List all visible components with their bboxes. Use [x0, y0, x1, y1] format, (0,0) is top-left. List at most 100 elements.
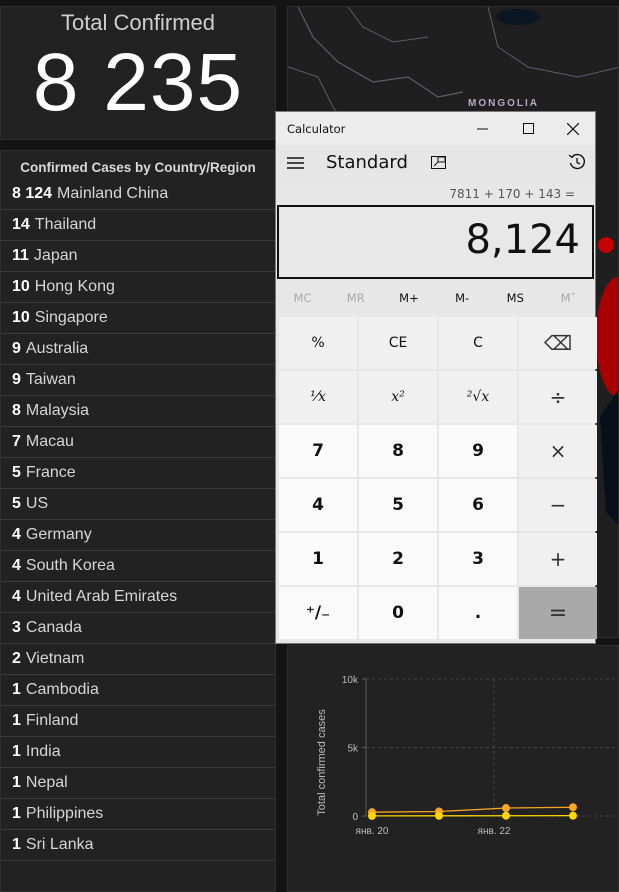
country-row[interactable]: 5 France	[1, 458, 275, 489]
country-count: 5	[12, 464, 21, 481]
country-count: 1	[12, 743, 21, 760]
digit-8-key[interactable]: 8	[359, 425, 437, 477]
country-name: Finland	[25, 712, 79, 729]
maximize-button[interactable]	[505, 112, 551, 145]
total-confirmed-panel: Total Confirmed 8 235	[0, 6, 276, 140]
hamburger-icon	[287, 157, 304, 169]
memory-add-button[interactable]: M+	[382, 291, 435, 305]
minimize-icon	[476, 128, 488, 130]
subtract-key[interactable]: −	[519, 479, 597, 531]
digit-4-key[interactable]: 4	[279, 479, 357, 531]
digit-6-key[interactable]: 6	[439, 479, 517, 531]
digit-5-key[interactable]: 5	[359, 479, 437, 531]
reciprocal-key[interactable]: ⅟x	[279, 371, 357, 423]
calculator-titlebar[interactable]: Calculator	[276, 112, 595, 145]
percent-key[interactable]: %	[279, 317, 357, 369]
country-row[interactable]: 11 Japan	[1, 241, 275, 272]
country-count: 1	[12, 712, 21, 729]
memory-recall-button[interactable]: MR	[329, 291, 382, 305]
country-row[interactable]: 9 Taiwan	[1, 365, 275, 396]
expression-display: 7811 + 170 + 143 =	[449, 187, 575, 201]
country-row[interactable]: 1 Finland	[1, 706, 275, 737]
country-count: 1	[12, 681, 21, 698]
country-row[interactable]: 8 Malaysia	[1, 396, 275, 427]
digit-9-key[interactable]: 9	[439, 425, 517, 477]
history-icon	[568, 153, 586, 170]
backspace-key[interactable]: ⌫	[519, 317, 597, 369]
country-count: 9	[12, 340, 21, 357]
square-root-key[interactable]: ²√x	[439, 371, 517, 423]
decimal-key[interactable]: .	[439, 587, 517, 639]
country-name: Germany	[25, 526, 92, 543]
maximize-icon	[522, 123, 534, 134]
digit-0-key[interactable]: 0	[359, 587, 437, 639]
memory-clear-button[interactable]: MC	[276, 291, 329, 305]
negate-key[interactable]: ⁺/₋	[279, 587, 357, 639]
country-row[interactable]: 1 India	[1, 737, 275, 768]
digit-7-key[interactable]: 7	[279, 425, 357, 477]
total-confirmed-title: Total Confirmed	[60, 10, 216, 35]
country-count: 1	[12, 774, 21, 791]
country-row[interactable]: 2 Vietnam	[1, 644, 275, 675]
country-name: Japan	[33, 247, 78, 264]
country-count: 5	[12, 495, 21, 512]
history-button[interactable]	[568, 153, 586, 175]
divide-key[interactable]: ÷	[519, 371, 597, 423]
memory-list-button[interactable]: Mˇ	[542, 291, 595, 305]
memory-store-button[interactable]: MS	[489, 291, 542, 305]
country-row[interactable]: 1 Philippines	[1, 799, 275, 830]
country-name: Hong Kong	[34, 278, 115, 295]
country-row[interactable]: 14 Thailand	[1, 210, 275, 241]
digit-3-key[interactable]: 3	[439, 533, 517, 585]
total-confirmed-value: 8 235	[32, 37, 244, 128]
country-name: South Korea	[25, 557, 115, 574]
country-count: 4	[12, 526, 21, 543]
country-row[interactable]: 9 Australia	[1, 334, 275, 365]
multiply-key[interactable]: ×	[519, 425, 597, 477]
country-row[interactable]: 7 Macau	[1, 427, 275, 458]
calculator-mode: Standard	[326, 152, 408, 173]
data-point	[368, 811, 376, 820]
clear-key[interactable]: C	[439, 317, 517, 369]
country-count: 4	[12, 557, 21, 574]
country-count: 10	[12, 278, 30, 295]
country-count: 4	[12, 588, 21, 605]
y-tick-label: 5k	[347, 744, 359, 755]
country-row[interactable]: 4 United Arab Emirates	[1, 582, 275, 613]
y-axis-label: Total confirmed cases	[316, 709, 328, 816]
country-row[interactable]: 1 Nepal	[1, 768, 275, 799]
country-row[interactable]: 10 Singapore	[1, 303, 275, 334]
calculator-window[interactable]: Calculator Standard 7811 + 170 + 143 = 8…	[275, 111, 597, 644]
country-count: 3	[12, 619, 21, 636]
digit-1-key[interactable]: 1	[279, 533, 357, 585]
country-row[interactable]: 10 Hong Kong	[1, 272, 275, 303]
chart-panel: 0 5k 10k янв. 20 янв. 22 Total confirmed case…	[287, 645, 619, 892]
minimize-button[interactable]	[459, 112, 505, 145]
country-row[interactable]: 5 US	[1, 489, 275, 520]
country-name: US	[25, 495, 49, 512]
country-row[interactable]: 1 Cambodia	[1, 675, 275, 706]
country-row[interactable]: 8 124 Mainland China	[1, 179, 275, 210]
country-count: 10	[12, 309, 30, 326]
country-name: Cambodia	[25, 681, 99, 698]
country-row[interactable]: 1 Sri Lanka	[1, 830, 275, 861]
x-tick-label: янв. 22	[478, 826, 511, 837]
country-row[interactable]: 4 South Korea	[1, 551, 275, 582]
country-row[interactable]: 4 Germany	[1, 520, 275, 551]
y-tick-label: 10k	[342, 675, 359, 686]
digit-2-key[interactable]: 2	[359, 533, 437, 585]
country-count: 1	[12, 836, 21, 853]
country-row[interactable]: 3 Canada	[1, 613, 275, 644]
country-name: Vietnam	[25, 650, 85, 667]
country-name: Australia	[25, 340, 89, 357]
square-key[interactable]: x²	[359, 371, 437, 423]
menu-button[interactable]	[287, 155, 304, 174]
equals-key[interactable]: =	[519, 587, 597, 639]
clear-entry-key[interactable]: CE	[359, 317, 437, 369]
memory-subtract-button[interactable]: M-	[436, 291, 489, 305]
country-count: 2	[12, 650, 21, 667]
add-key[interactable]: +	[519, 533, 597, 585]
close-button[interactable]	[550, 112, 596, 145]
country-name: France	[25, 464, 76, 481]
keep-on-top-button[interactable]	[431, 154, 446, 173]
